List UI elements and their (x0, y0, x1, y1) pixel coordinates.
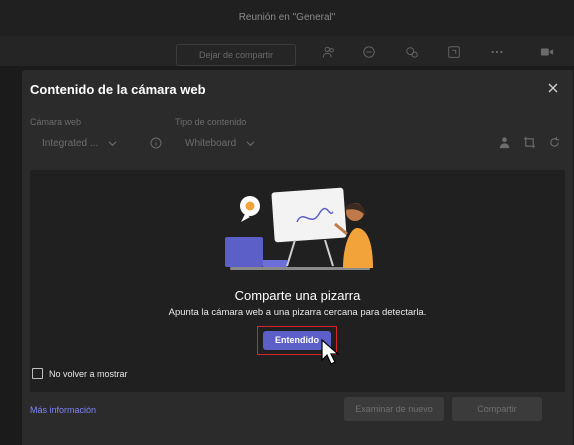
camera-label: Cámara web (30, 117, 82, 127)
mouse-cursor-icon (321, 338, 340, 365)
whiteboard-illustration (225, 187, 373, 270)
dont-show-again[interactable]: No volver a mostrar (32, 368, 128, 379)
content-type-select[interactable]: Whiteboard (185, 134, 255, 152)
rotate-icon[interactable] (548, 136, 561, 149)
dont-show-again-checkbox[interactable] (32, 368, 43, 379)
person-detect-icon[interactable] (498, 136, 511, 149)
react-icon[interactable] (403, 44, 421, 60)
message-subtitle: Apunta la cámara web a una pizarra cerca… (168, 307, 427, 318)
close-icon[interactable] (545, 80, 561, 96)
dont-show-again-label: No volver a mostrar (49, 368, 128, 379)
camera-tools (498, 136, 561, 149)
preview-area: Comparte una pizarra Apunta la cámara we… (30, 170, 565, 392)
share-button[interactable]: Compartir (452, 397, 542, 421)
crop-icon[interactable] (523, 136, 536, 149)
title-bar: Reunión en "General" (0, 0, 574, 36)
rooms-icon[interactable] (445, 44, 463, 60)
camera-icon[interactable] (538, 44, 556, 60)
stop-sharing-button[interactable]: Dejar de compartir (176, 44, 296, 66)
camera-select-value: Integrated ... (42, 137, 99, 149)
content-type-label: Tipo de contenido (175, 117, 247, 127)
more-info-link[interactable]: Más información (30, 405, 96, 415)
info-icon[interactable] (150, 137, 162, 149)
chat-icon[interactable] (360, 44, 378, 60)
camera-select[interactable]: Integrated ... (42, 134, 117, 152)
content-type-select-value: Whiteboard (185, 137, 237, 149)
people-icon[interactable] (320, 44, 338, 60)
scan-again-button[interactable]: Examinar de nuevo (344, 397, 444, 421)
chevron-down-icon (108, 140, 117, 146)
more-icon[interactable] (488, 44, 506, 60)
window-title: Reunión en "General" (238, 12, 336, 23)
meeting-toolbar: Dejar de compartir (0, 36, 574, 66)
dialog-title: Contenido de la cámara web (30, 82, 206, 97)
webcam-content-dialog: Contenido de la cámara web Cámara web In… (22, 70, 573, 445)
message-title: Comparte una pizarra (234, 288, 361, 303)
chevron-down-icon (246, 140, 255, 146)
